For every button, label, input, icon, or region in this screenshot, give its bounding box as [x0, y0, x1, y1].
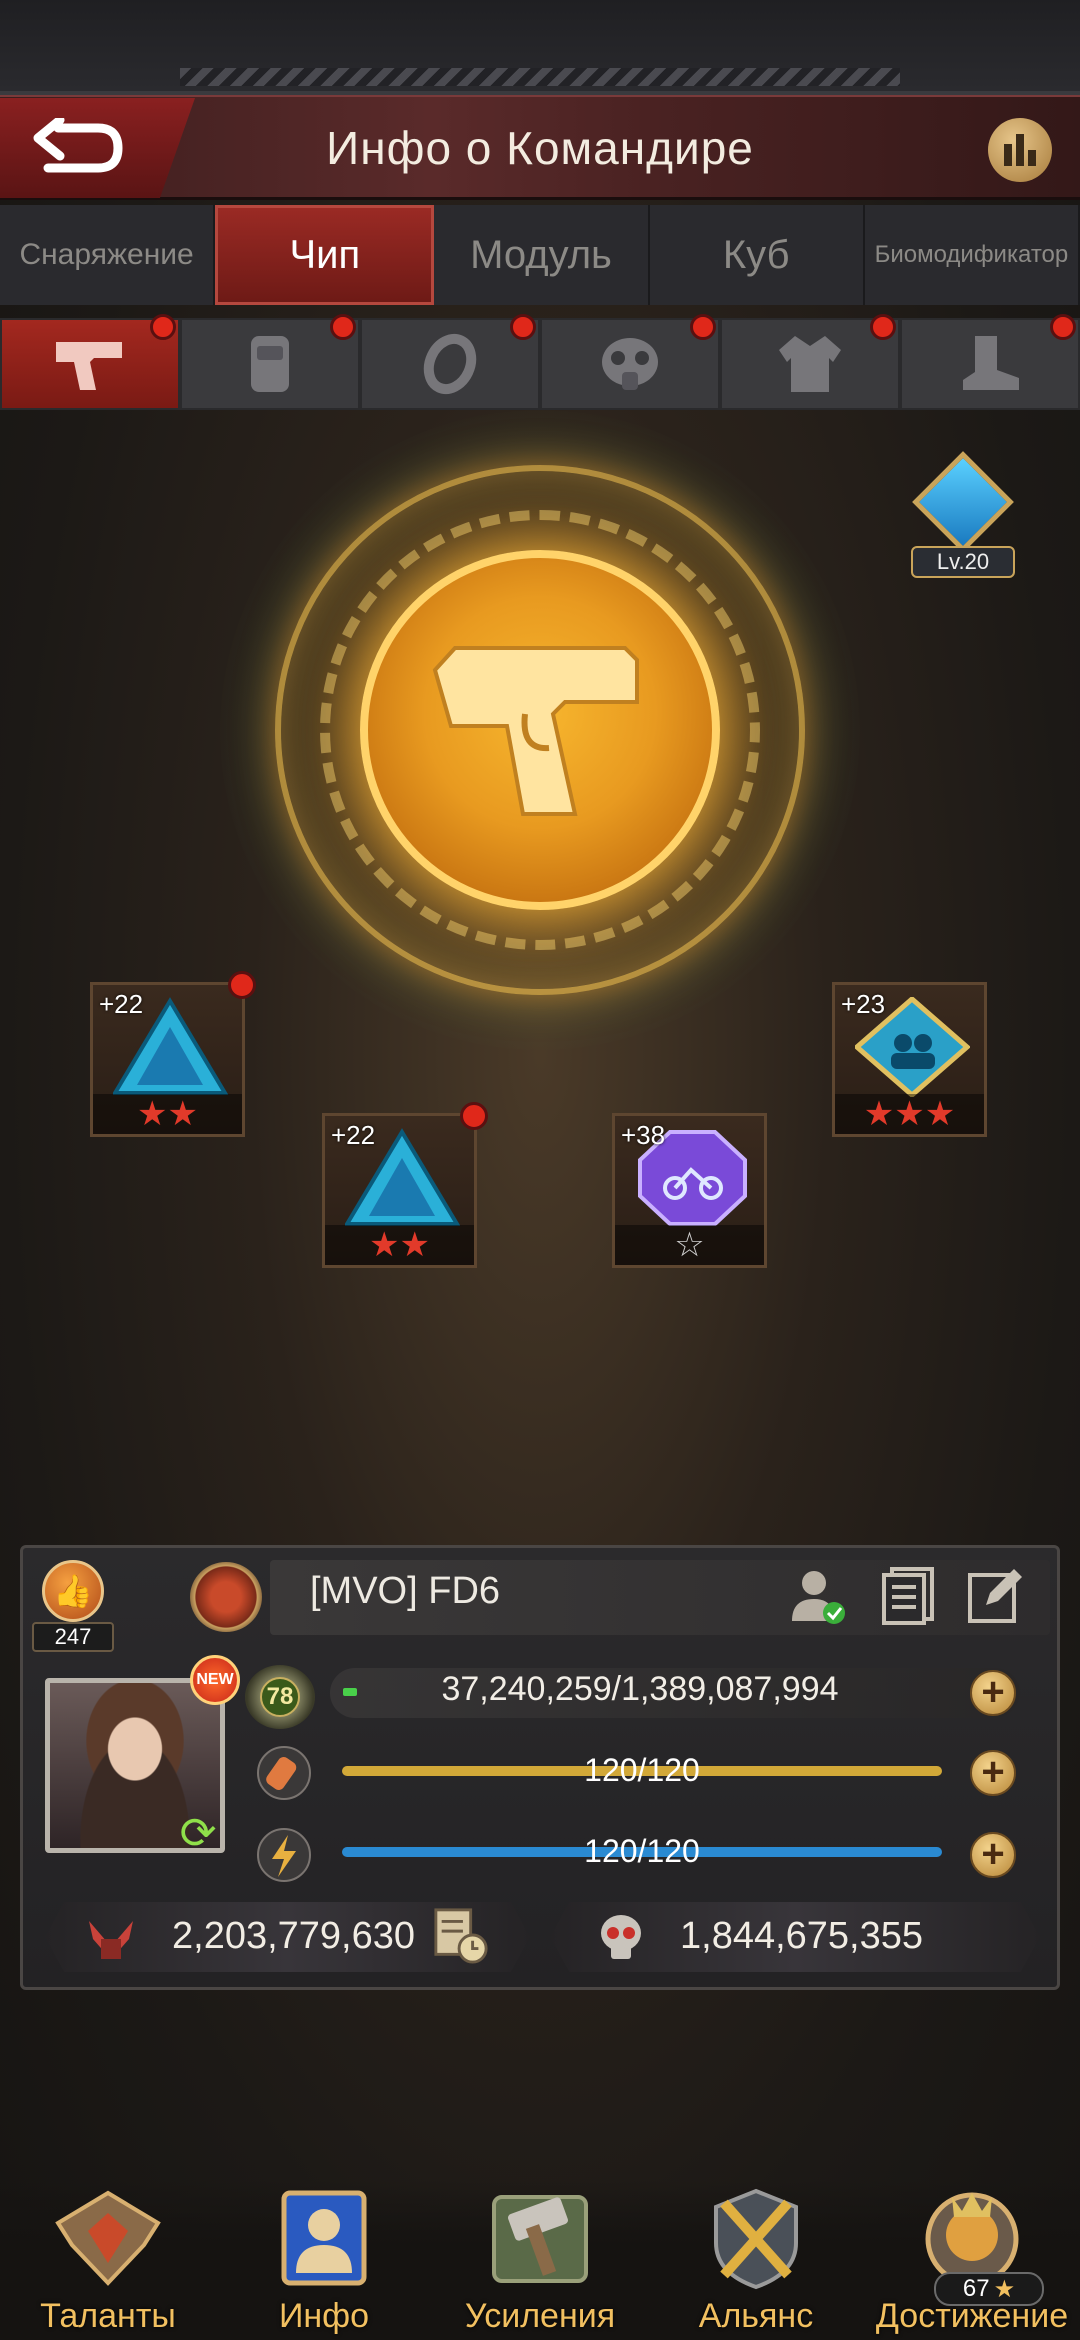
star-rating: ★★ [93, 1094, 242, 1134]
alert-dot [510, 314, 536, 340]
level-badge: 78 [245, 1665, 315, 1729]
profile-button[interactable] [788, 1565, 848, 1625]
nav-boosts[interactable]: Усиления [432, 2180, 648, 2340]
chip-slot-2[interactable]: +22 ★★ [322, 1102, 488, 1268]
hammer-icon [480, 2183, 600, 2293]
chip-level: +22 [99, 989, 144, 1019]
level-value: 78 [260, 1677, 300, 1717]
stamina-text: 120/120 [584, 1752, 700, 1788]
commander-info-icon [264, 2183, 384, 2293]
slot-boot[interactable] [900, 314, 1080, 410]
tab-equipment[interactable]: Снаряжение [0, 205, 216, 305]
stamina-icon [255, 1744, 313, 1802]
thumbs-up-icon: 👍 [42, 1560, 104, 1622]
ring-icon [423, 333, 477, 395]
star-rating: ☆ [615, 1225, 764, 1265]
emblem-core[interactable] [360, 550, 720, 910]
chip-level: +23 [841, 989, 886, 1019]
boot-icon [963, 336, 1019, 390]
add-exp-button[interactable]: + [970, 1670, 1016, 1716]
skull-icon [592, 1908, 650, 1966]
chip-level: +22 [331, 1120, 376, 1150]
slot-ring[interactable] [360, 314, 540, 410]
add-stamina-button[interactable]: + [970, 1750, 1016, 1796]
hazard-stripe [180, 68, 900, 86]
tab-biomodifier[interactable]: Биомодификатор [865, 205, 1080, 305]
power-details-button[interactable] [432, 1906, 490, 1964]
equipment-slot-bar [0, 314, 1080, 410]
chip-level-badge[interactable]: Lv.20 [905, 451, 1020, 582]
pistol-icon [432, 646, 639, 816]
nav-label: Инфо [278, 2297, 370, 2335]
achievement-count: 67 [962, 2275, 990, 2302]
stats-button[interactable] [988, 118, 1052, 182]
star-rating: ★★ [325, 1225, 474, 1265]
report-clock-icon [434, 1908, 488, 1964]
records-button[interactable] [878, 1565, 938, 1625]
status-strip [0, 0, 1080, 95]
new-badge: NEW [190, 1655, 240, 1705]
chip-slot-4[interactable]: +23 ★★★ [832, 982, 987, 1137]
document-list-icon [882, 1567, 934, 1625]
page-title: Инфо о Командире [326, 121, 754, 174]
nav-label: Альянс [698, 2297, 814, 2335]
add-energy-button[interactable]: + [970, 1832, 1016, 1878]
nav-info[interactable]: Инфо [216, 2180, 432, 2340]
nav-label: Таланты [40, 2297, 176, 2335]
kills-value: 1,844,675,355 [680, 1915, 924, 1957]
chip-level: +38 [621, 1120, 666, 1150]
slot-pistol[interactable] [0, 314, 180, 410]
star-rating: ★★★ [835, 1094, 984, 1134]
star-icon: ★ [993, 2275, 1016, 2303]
pistol-icon [56, 342, 122, 390]
alert-dot [1050, 314, 1076, 340]
bar-chart-icon-bar [1016, 134, 1024, 166]
wings-emblem-icon [48, 2183, 168, 2293]
category-tabs: Снаряжение Чип Модуль Куб Биомодификатор [0, 205, 1080, 305]
alert-dot [690, 314, 716, 340]
alert-dot [460, 1102, 488, 1130]
power-value: 2,203,779,630 [172, 1915, 416, 1957]
crossed-guns-icon [82, 1908, 140, 1966]
alert-dot [870, 314, 896, 340]
slot-jacket[interactable] [720, 314, 900, 410]
slot-vest[interactable] [180, 314, 360, 410]
chip-slot-3[interactable]: +38 ☆ [612, 1113, 767, 1268]
rank-emblem-icon[interactable] [190, 1562, 262, 1632]
vest-icon [251, 336, 289, 392]
chip-slot-1[interactable]: +22 ★★ [90, 971, 256, 1137]
nav-label: Усиления [464, 2297, 616, 2335]
achievement-badge: 67 ★ [934, 2272, 1044, 2306]
tab-chip[interactable]: Чип [215, 205, 435, 305]
alert-dot [330, 314, 356, 340]
edit-button[interactable] [966, 1565, 1026, 1625]
level-label: Lv.20 [911, 546, 1015, 578]
edit-icon [968, 1569, 1022, 1623]
tab-cube[interactable]: Куб [650, 205, 865, 305]
nav-alliance[interactable]: Альянс [648, 2180, 864, 2340]
bar-chart-icon [1004, 144, 1012, 166]
swap-avatar-icon[interactable]: ⟳ [170, 1808, 226, 1858]
energy-icon [255, 1826, 313, 1884]
alert-dot [150, 314, 176, 340]
gas-mask-icon [602, 338, 658, 390]
likes-widget[interactable]: 👍 247 [28, 1560, 118, 1655]
likes-count: 247 [32, 1622, 114, 1652]
blue-gem-icon [912, 451, 1014, 553]
user-check-icon [792, 1571, 845, 1624]
alert-dot [228, 971, 256, 999]
crossed-swords-icon [696, 2183, 816, 2293]
bottom-nav: Таланты Инфо Усиления Альянс 67 ★ Достиж… [0, 2180, 1080, 2340]
exp-progress-fill [343, 1688, 357, 1696]
back-arrow-icon [33, 118, 123, 173]
exp-text: 37,240,259/1,389,087,994 [441, 1670, 839, 1708]
nav-talents[interactable]: Таланты [0, 2180, 216, 2340]
tab-module[interactable]: Модуль [434, 205, 650, 305]
nav-achievements[interactable]: 67 ★ Достижение [864, 2180, 1080, 2340]
commander-name: [MVO] FD6 [310, 1570, 501, 1612]
bar-chart-icon-bar [1028, 150, 1036, 166]
slot-gas-mask[interactable] [540, 314, 720, 410]
energy-text: 120/120 [584, 1833, 700, 1869]
jacket-icon [779, 336, 841, 392]
